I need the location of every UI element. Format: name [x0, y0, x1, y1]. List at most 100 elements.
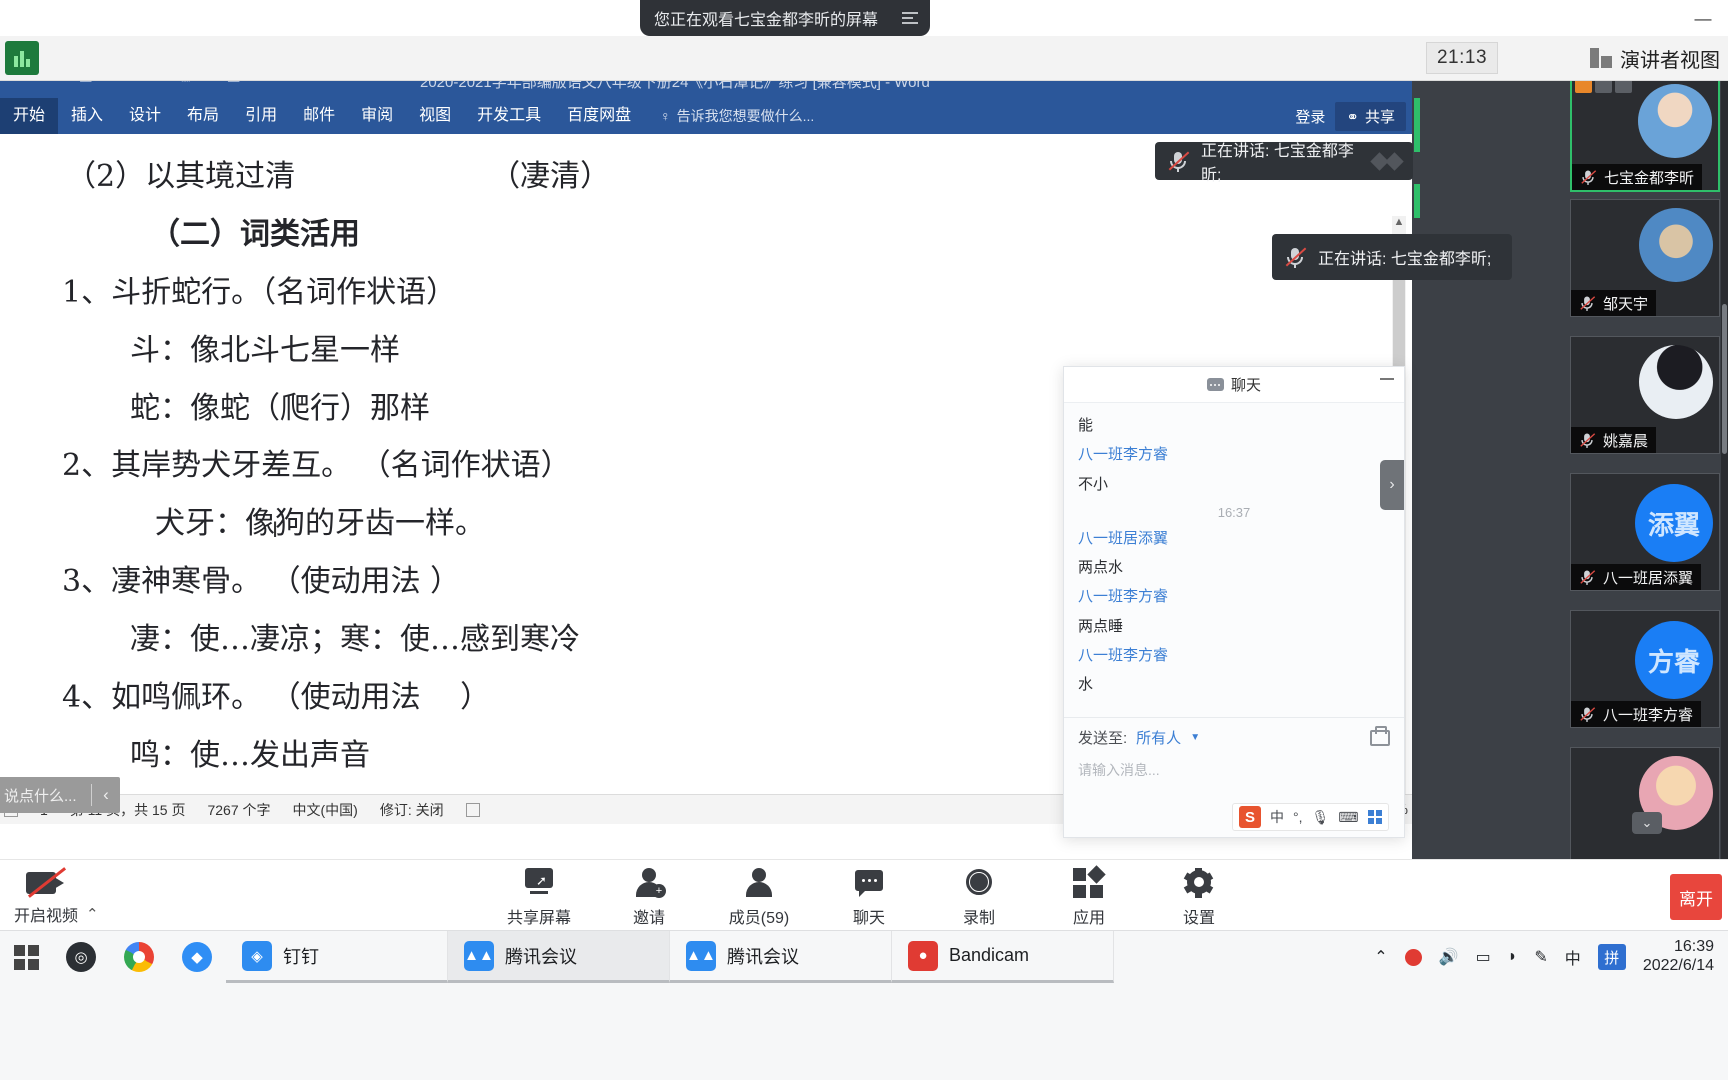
doc-line: 1、斗折蛇行。（名词作状语）	[62, 274, 457, 310]
chat-panel: 聊天 能 八一班李方睿 不小 16:37 八一班居添翼 两点水 八一班李方睿 两…	[1063, 366, 1405, 838]
ribbon-tab-baidu-netdisk[interactable]: 百度网盘	[554, 98, 644, 134]
avatar: 方睿	[1635, 621, 1713, 699]
keyboard-icon[interactable]: ⌨	[1338, 809, 1358, 826]
presenter-view-label: 演讲者视图	[1620, 49, 1720, 72]
ribbon-tab-insert[interactable]: 插入	[58, 98, 116, 134]
tencent-meeting-icon: ▲▲	[686, 940, 716, 971]
chrome-icon[interactable]	[110, 931, 168, 983]
ime-toolbar[interactable]: S 中 °, 🎙 ⌨	[1232, 803, 1389, 831]
strip-scroll-down-button[interactable]: ⌄	[1632, 812, 1662, 834]
speaking-toast-text: 正在讲话: 七宝金都李昕;	[1318, 251, 1492, 268]
ribbon-tab-view[interactable]: 视图	[406, 98, 464, 134]
participant-name: 八一班李方睿	[1603, 706, 1694, 724]
taskbar-clock[interactable]: 16:39 2022/6/14	[1643, 938, 1714, 976]
status-track-changes[interactable]: 修订: 关闭	[380, 800, 444, 820]
mic-icon[interactable]: 🎙	[1312, 809, 1330, 826]
cortana-icon[interactable]: ◎	[52, 931, 110, 983]
chat-panel-title: 聊天	[1230, 377, 1261, 394]
ime-pinyin-icon[interactable]: 拼	[1597, 944, 1626, 970]
chat-message-text: 不小	[1078, 475, 1109, 493]
participant-name-row: 邹天宇	[1571, 290, 1657, 316]
settings-button[interactable]: 设置	[1168, 868, 1230, 928]
participant-name: 姚嘉晨	[1603, 432, 1649, 450]
window-minimize-button[interactable]: —	[1692, 10, 1714, 28]
participant-tile[interactable]: 邹天宇	[1570, 199, 1720, 317]
battery-icon[interactable]: ▭	[1476, 947, 1491, 967]
apps-button[interactable]: 应用	[1058, 865, 1120, 928]
lightbulb-icon: ♀	[660, 108, 671, 124]
scrollbar-thumb[interactable]	[1722, 304, 1727, 454]
taskbar-app-tencent-meeting-1[interactable]: ▲▲ 腾讯会议	[448, 931, 670, 983]
text-cursor-icon: I	[272, 517, 279, 542]
taskbar-app-label: 腾讯会议	[727, 946, 799, 967]
leave-meeting-button[interactable]: 离开	[1670, 874, 1722, 920]
wifi-icon[interactable]: ◗	[1508, 948, 1518, 966]
chat-icon	[853, 868, 885, 898]
status-language[interactable]: 中文(中国)	[293, 800, 358, 820]
share-button[interactable]: ⚭ 共享	[1335, 102, 1406, 131]
record-label: 录制	[962, 910, 995, 927]
hamburger-icon[interactable]	[902, 12, 918, 24]
tell-me-box[interactable]: ♀ 告诉我您想要做什么...	[660, 106, 814, 126]
video-options-chevron-icon[interactable]: ⌃	[86, 905, 99, 926]
participant-tile[interactable]: 七宝金都李昕	[1570, 74, 1720, 192]
status-word-count[interactable]: 7267 个字	[207, 800, 270, 820]
ribbon-tab-design[interactable]: 设计	[116, 98, 174, 134]
ribbon-tab-review[interactable]: 审阅	[348, 98, 406, 134]
settings-gear-icon	[1183, 868, 1215, 898]
toolbar-actions: ➚ 共享屏幕 + 邀请 成员(59) 聊天 录制 应用 设置	[507, 865, 1230, 928]
say-something-bubble[interactable]: 说点什么... ‹	[0, 777, 120, 813]
speaking-toast: 正在讲话: 七宝金都李昕;	[1155, 142, 1413, 184]
ime-mode-icon[interactable]: 中	[1565, 945, 1581, 969]
collapse-left-icon[interactable]: ‹	[92, 785, 120, 805]
invite-button[interactable]: + 邀请	[618, 868, 680, 928]
avatar	[1639, 345, 1713, 419]
taskbar-app-tencent-meeting-2[interactable]: ▲▲ 腾讯会议	[670, 931, 892, 983]
ribbon-tab-references[interactable]: 引用	[232, 98, 290, 134]
invite-icon: +	[633, 868, 666, 898]
ribbon-tab-developer[interactable]: 开发工具	[464, 98, 554, 134]
sogou-logo-icon[interactable]: S	[1239, 806, 1261, 828]
participant-tile[interactable]: 方睿 八一班李方睿	[1570, 610, 1720, 728]
attach-file-icon[interactable]	[1370, 725, 1390, 746]
ribbon-tab-mailings[interactable]: 邮件	[290, 98, 348, 134]
ribbon-tab-start[interactable]: 开始	[0, 98, 59, 134]
taskbar-app-label: Bandicam	[949, 945, 1030, 965]
members-button[interactable]: 成员(59)	[728, 868, 790, 928]
blue-app-icon[interactable]: ◆	[168, 931, 226, 983]
chat-collapse-button[interactable]: ›	[1380, 460, 1404, 510]
person-add-icon: ⚭	[1346, 108, 1359, 126]
taskbar-app-bandicam[interactable]: ● Bandicam	[892, 931, 1114, 983]
participant-tile[interactable]: 添翼 八一班居添翼	[1570, 473, 1720, 591]
macro-record-icon[interactable]	[465, 802, 480, 817]
chat-minimize-button[interactable]	[1380, 378, 1394, 380]
taskbar-app-dingtalk[interactable]: ◈ 钉钉	[226, 931, 448, 983]
avatar	[1638, 84, 1712, 158]
chat-message-list[interactable]: 能 八一班李方睿 不小 16:37 八一班居添翼 两点水 八一班李方睿 两点睡 …	[1064, 403, 1404, 717]
participant-tile[interactable]	[1570, 747, 1720, 865]
chat-button[interactable]: 聊天	[838, 868, 900, 928]
send-to-dropdown[interactable]: 所有人	[1136, 727, 1181, 748]
share-screen-button[interactable]: ➚ 共享屏幕	[507, 868, 571, 928]
pen-icon[interactable]: ✎	[1534, 947, 1547, 967]
ribbon-tab-layout[interactable]: 布局	[174, 98, 232, 134]
tray-chevron-icon[interactable]: ⌃	[1374, 947, 1387, 967]
login-button[interactable]: 登录	[1295, 106, 1325, 127]
chat-message-text: 两点睡	[1078, 617, 1124, 635]
record-dot-icon[interactable]	[1404, 948, 1422, 966]
video-toggle-label: 开启视频	[14, 908, 79, 925]
chat-input[interactable]: 请输入消息...	[1078, 760, 1390, 780]
chevron-down-icon[interactable]: ▼	[1190, 732, 1200, 743]
record-button[interactable]: 录制	[948, 868, 1010, 928]
ime-mode-label[interactable]: 中	[1270, 807, 1284, 827]
presenter-view-icon	[1590, 48, 1612, 68]
strip-scrollbar[interactable]	[1721, 64, 1728, 859]
volume-icon[interactable]: 🔊	[1439, 947, 1459, 967]
presenter-view-button[interactable]: 演讲者视图	[1590, 42, 1728, 74]
participant-tile[interactable]: 姚嘉晨	[1570, 336, 1720, 454]
windows-start-icon[interactable]	[0, 931, 52, 983]
ime-punctuation-icon[interactable]: °,	[1293, 809, 1303, 825]
video-toggle-group[interactable]: 开启视频 ⌃	[14, 867, 99, 926]
active-speaker-marker	[1414, 184, 1420, 218]
panel-icon[interactable]	[1367, 810, 1382, 824]
